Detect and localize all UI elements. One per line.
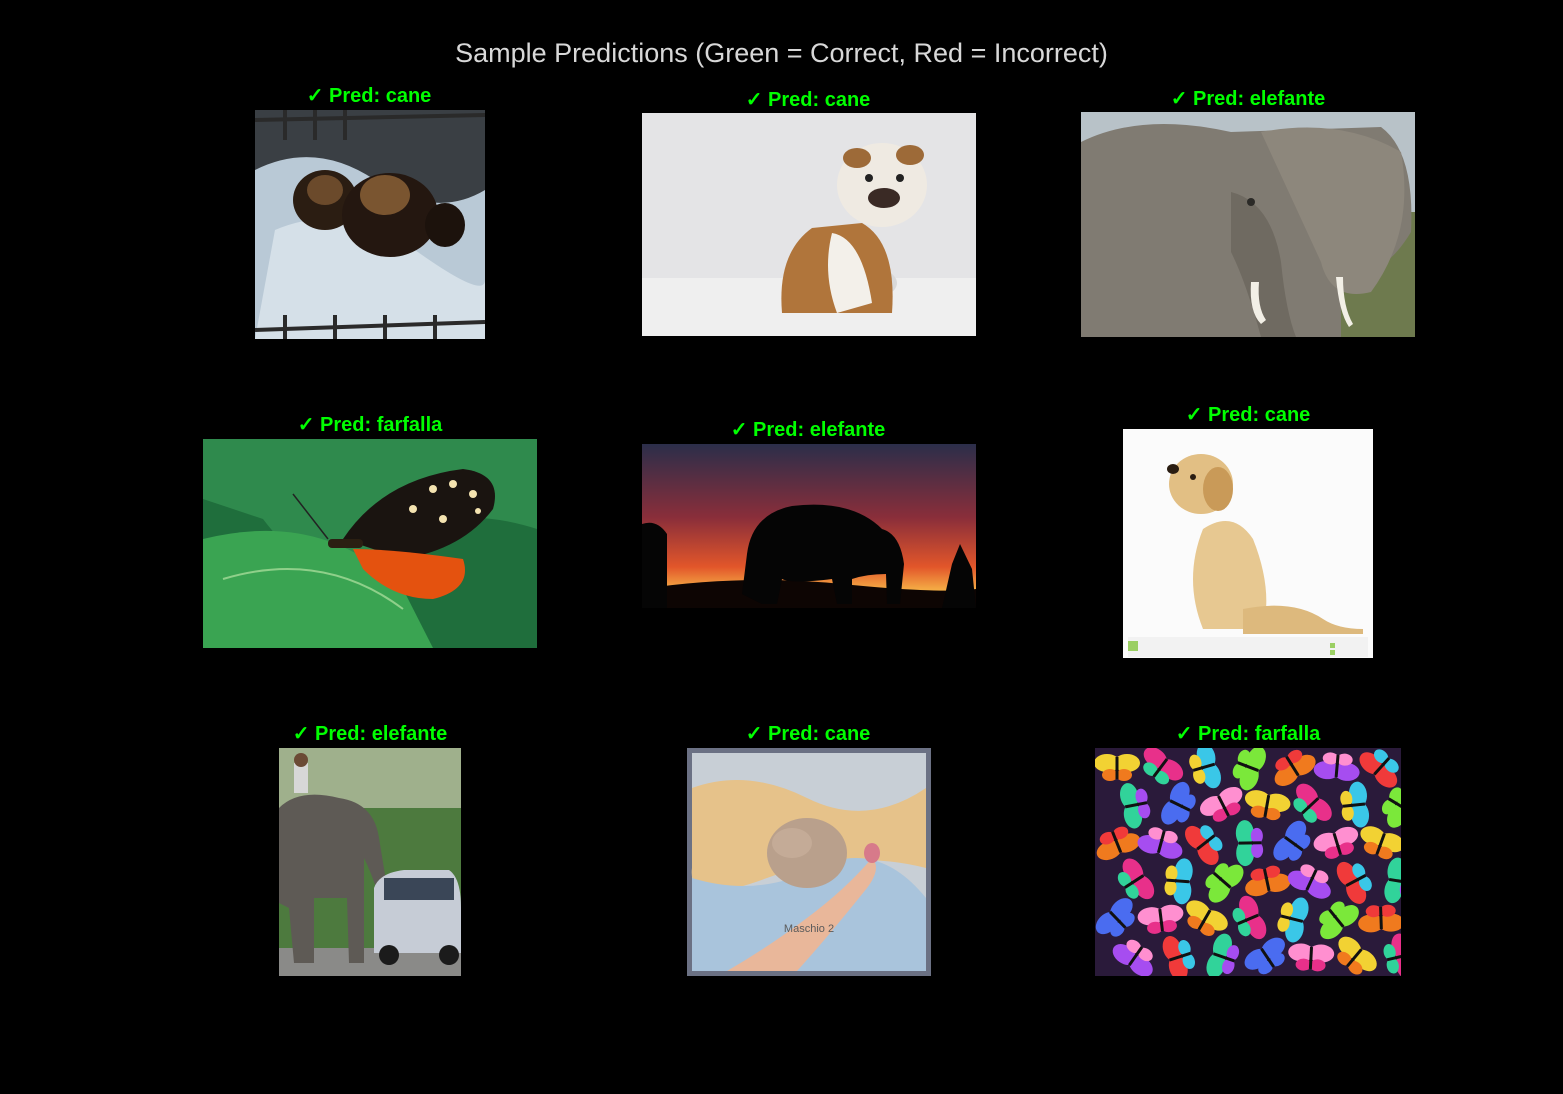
prediction-label-7: ✓ Pred: elefante xyxy=(292,723,448,745)
sample-image-golden-puppy xyxy=(1123,429,1373,658)
sample-image-bulldog xyxy=(642,113,976,336)
prediction-label-6: ✓ Pred: cane xyxy=(1185,404,1311,426)
prediction-label-1: ✓ Pred: cane xyxy=(306,85,432,107)
prediction-label-5: ✓ Pred: elefante xyxy=(730,419,886,441)
sample-image-butterfly-on-leaf xyxy=(203,439,537,648)
sample-image-colorful-butterflies xyxy=(1095,748,1401,976)
prediction-label-4: ✓ Pred: farfalla xyxy=(297,414,443,436)
figure-title: Sample Predictions (Green = Correct, Red… xyxy=(455,38,1108,68)
watermark-text: Maschio 2 xyxy=(784,923,834,935)
sample-image-elephant-with-car xyxy=(279,748,461,976)
sample-image-yorkie-puppies xyxy=(255,110,485,339)
sample-image-newborn-puppy: Maschio 2 xyxy=(687,748,931,976)
sample-image-elephant-closeup xyxy=(1081,112,1415,337)
prediction-label-9: ✓ Pred: farfalla xyxy=(1175,723,1321,745)
sample-image-elephant-sunset xyxy=(642,444,976,608)
prediction-label-2: ✓ Pred: cane xyxy=(745,89,871,111)
prediction-label-3: ✓ Pred: elefante xyxy=(1170,88,1326,110)
prediction-label-8: ✓ Pred: cane xyxy=(745,723,871,745)
